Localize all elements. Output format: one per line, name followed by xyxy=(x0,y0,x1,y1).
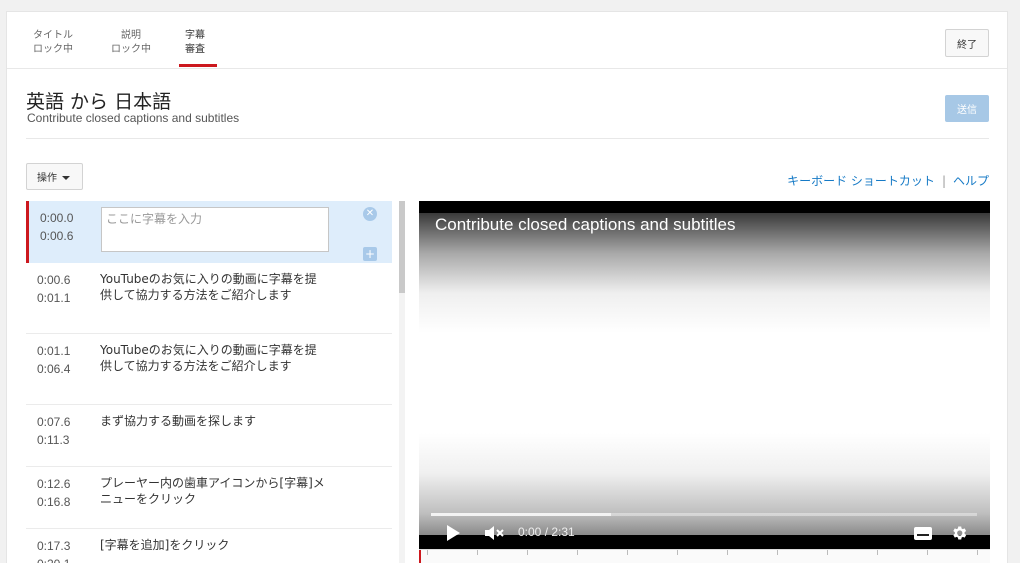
timeline-tick xyxy=(627,550,628,555)
top-tabs: タイトル ロック中 説明 ロック中 字幕 審査 終了 xyxy=(7,12,1007,69)
caption-text[interactable]: プレーヤー内の歯車アイコンから[字幕]メニューをクリック xyxy=(100,475,325,507)
editor-panel: タイトル ロック中 説明 ロック中 字幕 審査 終了 英語 から 日本語 Con… xyxy=(6,11,1008,563)
timeline-tick xyxy=(477,550,478,555)
mute-icon[interactable] xyxy=(483,523,505,543)
tab-subtitles[interactable]: 字幕 審査 xyxy=(185,29,205,57)
scrollbar-thumb[interactable] xyxy=(399,201,405,293)
help-links: キーボード ショートカット | ヘルプ xyxy=(787,172,989,189)
progress-bar[interactable] xyxy=(431,513,977,516)
timeline-tick xyxy=(927,550,928,555)
close-circle-icon[interactable]: ✕ xyxy=(363,207,377,221)
caption-text[interactable]: まず協力する動画を探します xyxy=(100,413,325,429)
video-title[interactable]: Contribute closed captions and subtitles xyxy=(435,215,736,235)
captions-icon[interactable] xyxy=(914,527,932,540)
send-button[interactable]: 送信 xyxy=(945,95,989,122)
video-player[interactable]: Contribute closed captions and subtitles… xyxy=(419,201,990,549)
timeline-tick xyxy=(527,550,528,555)
chevron-down-icon xyxy=(62,176,70,180)
tab-subtitles-line1: 字幕 xyxy=(185,30,205,41)
caption-end-time[interactable]: 0:16.8 xyxy=(37,493,70,511)
caption-end-time[interactable]: 0:06.4 xyxy=(37,360,70,378)
timeline-tick xyxy=(727,550,728,555)
caption-start-time[interactable]: 0:07.6 xyxy=(37,413,70,431)
header-divider xyxy=(26,138,989,139)
play-icon[interactable] xyxy=(447,525,460,541)
timeline-tick xyxy=(577,550,578,555)
caption-row[interactable]: 0:00.0 0:00.6 ✕ + xyxy=(26,201,392,263)
caption-end-time[interactable]: 0:01.1 xyxy=(37,289,70,307)
caption-row[interactable]: 0:00.6 0:01.1 YouTubeのお気に入りの動画に字幕を提供して協力… xyxy=(26,263,392,334)
caption-list-scrollbar[interactable] xyxy=(399,201,405,563)
caption-text[interactable]: [字幕を追加]をクリック xyxy=(100,537,325,553)
caption-timeline[interactable] xyxy=(419,549,990,563)
tab-description[interactable]: 説明 ロック中 xyxy=(111,29,151,57)
timeline-tick xyxy=(677,550,678,555)
caption-start-time[interactable]: 0:01.1 xyxy=(37,342,70,360)
timeline-tick xyxy=(877,550,878,555)
tab-subtitles-line2: 審査 xyxy=(185,44,205,55)
actions-dropdown[interactable]: 操作 xyxy=(26,163,83,190)
caption-end-time[interactable]: 0:00.6 xyxy=(40,227,73,245)
tab-title-line2: ロック中 xyxy=(33,44,73,55)
caption-end-time[interactable]: 0:11.3 xyxy=(37,431,69,449)
caption-row[interactable]: 0:01.1 0:06.4 YouTubeのお気に入りの動画に字幕を提供して協力… xyxy=(26,334,392,405)
caption-text-input[interactable] xyxy=(101,207,329,252)
caption-end-time[interactable]: 0:20.1 xyxy=(37,555,70,563)
tab-title-line1: タイトル xyxy=(33,30,73,41)
help-link[interactable]: ヘルプ xyxy=(953,174,989,188)
time-readout: 0:00 / 2:31 xyxy=(518,525,575,539)
caption-row[interactable]: 0:07.6 0:11.3 まず協力する動画を探します xyxy=(26,405,392,467)
tab-description-line2: ロック中 xyxy=(111,44,151,55)
caption-row[interactable]: 0:17.3 0:20.1 [字幕を追加]をクリック xyxy=(26,529,392,563)
timeline-tick xyxy=(977,550,978,555)
gear-icon[interactable] xyxy=(950,524,968,542)
caption-row[interactable]: 0:12.6 0:16.8 プレーヤー内の歯車アイコンから[字幕]メニューをクリ… xyxy=(26,467,392,529)
link-separator: | xyxy=(941,174,946,188)
caption-start-time[interactable]: 0:17.3 xyxy=(37,537,70,555)
timeline-tick xyxy=(427,550,428,555)
actions-label: 操作 xyxy=(37,173,57,184)
caption-start-time[interactable]: 0:12.6 xyxy=(37,475,70,493)
playhead-marker[interactable] xyxy=(419,550,421,563)
caption-text[interactable]: YouTubeのお気に入りの動画に字幕を提供して協力する方法をご紹介します xyxy=(100,342,325,374)
finish-button[interactable]: 終了 xyxy=(945,29,989,57)
plus-icon[interactable]: + xyxy=(363,247,377,261)
caption-list[interactable]: 0:00.0 0:00.6 ✕ + 0:00.6 0:01.1 YouTubeの… xyxy=(26,201,399,563)
active-tab-indicator xyxy=(179,64,217,67)
timeline-tick xyxy=(827,550,828,555)
page-title: 英語 から 日本語 xyxy=(26,91,172,113)
video-frame[interactable] xyxy=(419,213,990,535)
keyboard-shortcuts-link[interactable]: キーボード ショートカット xyxy=(787,174,935,188)
buffered-bar xyxy=(431,513,612,516)
tab-title[interactable]: タイトル ロック中 xyxy=(33,29,73,57)
video-name: Contribute closed captions and subtitles xyxy=(27,111,240,125)
tab-description-line1: 説明 xyxy=(121,30,141,41)
caption-start-time[interactable]: 0:00.6 xyxy=(37,271,70,289)
caption-start-time[interactable]: 0:00.0 xyxy=(40,209,73,227)
timeline-tick xyxy=(777,550,778,555)
caption-text[interactable]: YouTubeのお気に入りの動画に字幕を提供して協力する方法をご紹介します xyxy=(100,271,325,303)
